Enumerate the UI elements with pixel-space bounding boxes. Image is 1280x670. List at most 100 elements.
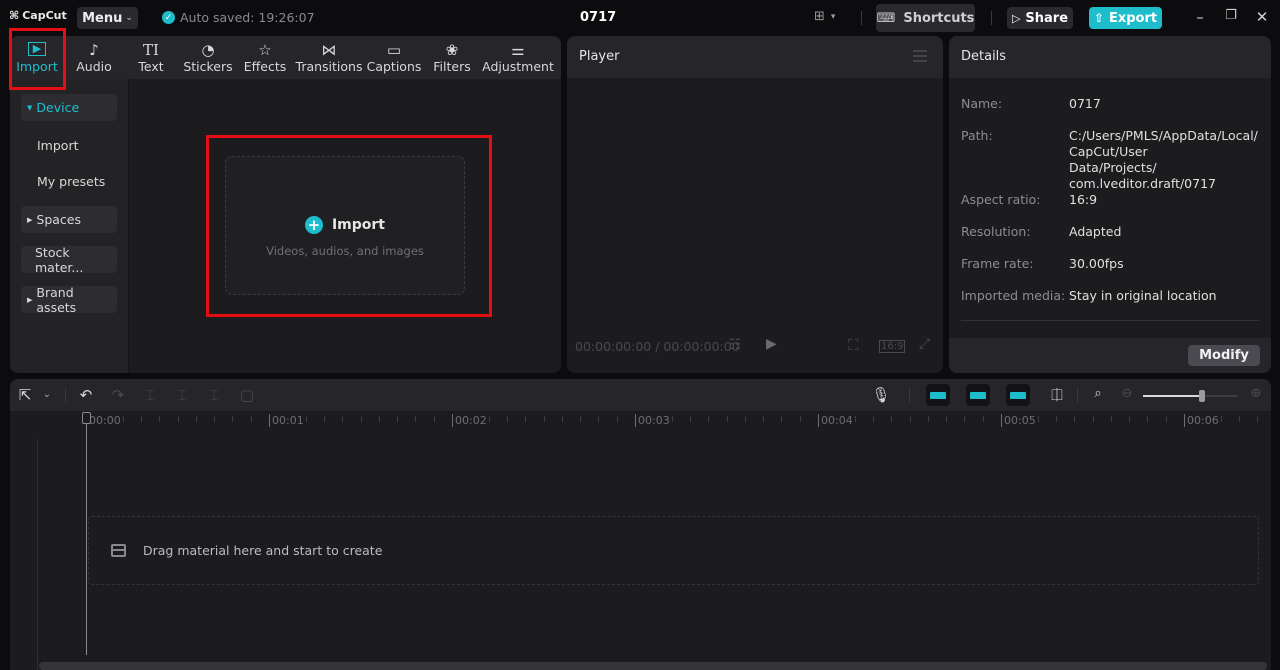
tab-transitions[interactable]: ⋈ Transitions <box>292 36 366 79</box>
redo-icon[interactable]: ↷ <box>108 386 128 404</box>
keyboard-icon: ⌨ <box>876 10 896 26</box>
menu-icon[interactable] <box>913 50 927 62</box>
fit-view-icon[interactable]: ⛶ <box>848 336 859 354</box>
fullscreen-icon[interactable]: ⤢ <box>919 336 930 352</box>
close-icon[interactable]: ✕ <box>1252 8 1272 26</box>
player-header: Player <box>567 36 943 78</box>
detail-label: Resolution: <box>961 224 1031 239</box>
delete-icon[interactable]: ▢ <box>237 386 257 404</box>
sidebar-item-import[interactable]: Import <box>21 132 117 159</box>
autosave-text: Auto saved: 19:26:07 <box>180 10 315 25</box>
minimize-icon[interactable]: – <box>1190 8 1210 26</box>
ruler-tick <box>872 416 874 422</box>
split-icon[interactable]: ⌶ <box>140 386 160 404</box>
ruler-tick <box>305 416 307 422</box>
zoom-in-icon[interactable]: ⊕ <box>1246 386 1266 401</box>
share-button[interactable]: ▷ Share <box>1007 7 1073 29</box>
sidebar-label: Brand assets <box>36 284 77 315</box>
chevron-down-icon[interactable]: ⌄ <box>37 389 57 400</box>
auto-snap-toggle[interactable] <box>966 384 990 406</box>
details-header: Details <box>949 36 1271 78</box>
select-cursor-icon[interactable]: ⇱ <box>15 386 35 404</box>
tab-stickers[interactable]: ◔ Stickers <box>178 36 238 79</box>
ruler-label: 00:04 <box>818 414 853 427</box>
ruler-tick <box>671 416 673 422</box>
ruler-tick <box>250 416 252 422</box>
timeline-toolbar: ⇱ ⌄ ↶ ↷ ⌶ ⌶ ⌶ ▢ 🎙 ⎅ ⌕ ⊖ ⊕ <box>10 379 1271 411</box>
timeline-horizontal-scrollbar[interactable] <box>39 662 1267 670</box>
tab-adjustment[interactable]: ⚌ Adjustment <box>482 36 554 79</box>
microphone-icon[interactable]: 🎙 <box>871 386 891 404</box>
ruler-tick <box>561 416 563 422</box>
tab-effects[interactable]: ☆ Effects <box>238 36 292 79</box>
sidebar-item-spaces[interactable]: ▶ Spaces <box>21 206 117 233</box>
tab-audio[interactable]: ♪ Audio <box>64 36 124 79</box>
tab-text[interactable]: TI Text <box>124 36 178 79</box>
playhead[interactable] <box>86 413 87 655</box>
delete-left-icon[interactable]: ⌶ <box>172 386 192 404</box>
detail-value: Adapted <box>1069 224 1122 239</box>
media-tabs: ▶ Import ♪ Audio TI Text ◔ Stickers ☆ Ef… <box>10 36 561 79</box>
main-track-magnet-toggle[interactable] <box>926 384 950 406</box>
magnet-icon <box>930 391 946 399</box>
play-icon[interactable]: ▶ <box>766 336 777 352</box>
modify-button[interactable]: Modify <box>1188 345 1260 366</box>
zoom-out-icon[interactable]: ⊖ <box>1117 386 1137 401</box>
drop-hint-text: Drag material here and start to create <box>143 543 383 558</box>
sidebar-item-stock-material[interactable]: Stock mater... <box>21 245 117 275</box>
shortcuts-label: Shortcuts <box>903 10 975 26</box>
playhead-handle[interactable] <box>82 412 91 424</box>
export-button[interactable]: ⇧ Export <box>1089 7 1162 29</box>
aspect-ratio-button[interactable]: 16:9 <box>879 340 906 353</box>
project-title: 0717 <box>580 10 617 25</box>
tab-captions[interactable]: ▭ Captions <box>366 36 422 79</box>
delete-right-icon[interactable]: ⌶ <box>204 386 224 404</box>
ruler-tick <box>543 416 545 422</box>
restore-icon[interactable]: ❐ <box>1221 8 1241 23</box>
ruler-label: 00:02 <box>452 414 487 427</box>
timeline-ruler[interactable]: 00:00 00:01 00:02 00:03 00:04 00:05 00:06 <box>10 411 1271 431</box>
player-panel: Player 00:00:00:00 / 00:00:00:00 ☷ ▶ ⛶ 1… <box>567 36 943 373</box>
detail-label: Imported media: <box>961 288 1066 303</box>
shortcuts-button[interactable]: ⌨ Shortcuts <box>876 4 975 32</box>
tab-label: Transitions <box>295 59 363 74</box>
ruler-tick <box>763 416 765 422</box>
layout-button[interactable]: ⊞ ▾ <box>814 9 835 24</box>
autosave-status: ✓ Auto saved: 19:26:07 <box>162 10 315 25</box>
undo-icon[interactable]: ↶ <box>76 386 96 404</box>
ruler-tick <box>909 416 911 422</box>
track-divider <box>37 439 38 670</box>
ruler-tick <box>360 416 362 422</box>
preview-axis-icon[interactable]: ⎅ <box>1047 386 1067 404</box>
sidebar-item-device[interactable]: ▼ Device <box>21 94 117 121</box>
detail-value: 16:9 <box>1069 192 1098 207</box>
share-video-icon: ▷ <box>1011 11 1021 25</box>
player-title: Player <box>579 49 620 64</box>
sidebar-item-my-presets[interactable]: My presets <box>21 168 117 195</box>
audio-icon: ♪ <box>89 41 99 59</box>
zoom-to-fit-icon[interactable]: ⌕ <box>1088 386 1108 401</box>
grid-icon[interactable]: ☷ <box>729 337 742 353</box>
menu-button[interactable]: Menu ⌄ <box>77 7 138 29</box>
capcut-logo: ⌘ CapCut <box>9 9 67 22</box>
ruler-tick <box>1238 416 1240 422</box>
sidebar-item-brand-assets[interactable]: ▶ Brand assets <box>21 284 117 315</box>
transitions-icon: ⋈ <box>321 41 337 59</box>
ruler-tick <box>744 416 746 422</box>
sidebar-label: Spaces <box>36 212 81 227</box>
timeline-zoom-slider[interactable] <box>1143 390 1238 402</box>
effects-icon: ☆ <box>258 41 272 59</box>
zoom-slider-handle[interactable] <box>1198 390 1205 402</box>
sidebar-label: My presets <box>37 174 106 189</box>
ruler-tick <box>689 416 691 422</box>
ruler-tick <box>891 416 893 422</box>
tab-filters[interactable]: ❀ Filters <box>422 36 482 79</box>
chevron-down-icon: ▾ <box>830 11 836 22</box>
ruler-tick <box>525 416 527 422</box>
tab-label: Filters <box>433 59 471 74</box>
ruler-label: 00:06 <box>1184 414 1219 427</box>
detail-label: Frame rate: <box>961 256 1034 271</box>
adjustment-icon: ⚌ <box>511 41 525 59</box>
share-label: Share <box>1025 10 1069 26</box>
linkage-toggle[interactable] <box>1006 384 1030 406</box>
